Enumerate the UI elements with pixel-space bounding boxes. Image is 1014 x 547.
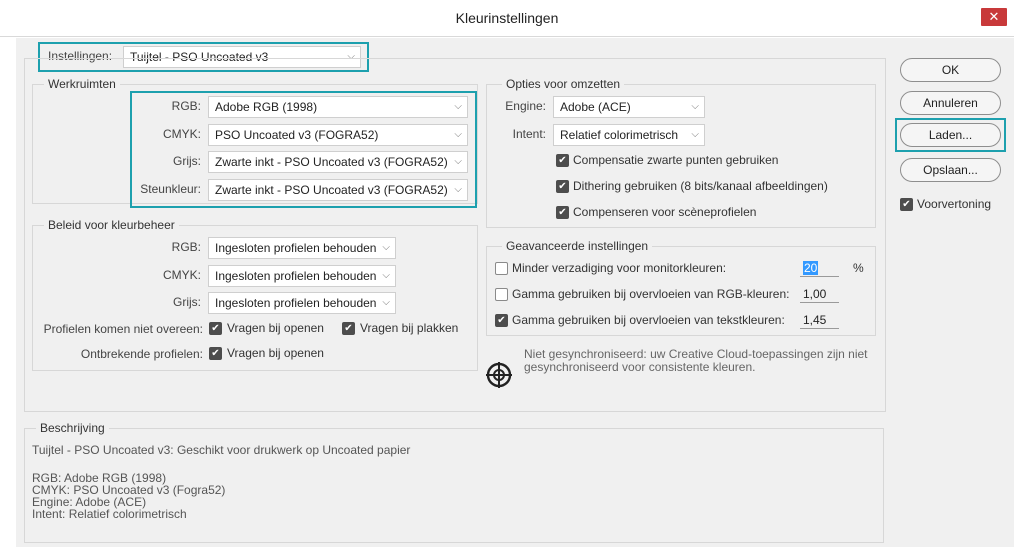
gray-workspace-value: Zwarte inkt - PSO Uncoated v3 (FOGRA52) [215, 155, 448, 169]
checkmark-icon: ✔ [211, 348, 220, 359]
cmyk-workspace-dropdown[interactable]: PSO Uncoated v3 (FOGRA52) ⌵ [208, 124, 468, 146]
rgb-policy-label: RGB: [171, 240, 201, 254]
blackpoint-checkbox[interactable]: ✔ [556, 154, 569, 167]
ok-button[interactable]: OK [900, 58, 1001, 82]
description-line-1: Tuijtel - PSO Uncoated v3: Geschikt voor… [32, 443, 411, 457]
blend-rgb-checkbox[interactable] [495, 288, 508, 301]
crosshair-target-icon [484, 360, 514, 390]
preview-label: Voorvertoning [917, 197, 992, 211]
load-button[interactable]: Laden... [900, 123, 1001, 147]
blend-rgb-label: Gamma gebruiken bij overvloeien van RGB-… [512, 287, 790, 301]
blend-text-input[interactable]: 1,45 [800, 312, 839, 329]
window-title: Kleurinstellingen [455, 10, 559, 26]
mismatch-ask-open-label: Vragen bij openen [227, 321, 324, 335]
cmyk-policy-label: CMYK: [162, 268, 201, 282]
rgb-policy-value: Ingesloten profielen behouden [215, 241, 377, 255]
mismatch-label: Profielen komen niet overeen: [43, 322, 203, 336]
chevron-down-icon: ⌵ [691, 101, 699, 112]
scene-checkbox[interactable]: ✔ [556, 206, 569, 219]
desaturate-checkbox[interactable] [495, 262, 508, 275]
checkmark-icon: ✔ [344, 323, 353, 334]
chevron-down-icon: ⌵ [382, 297, 390, 308]
engine-value: Adobe (ACE) [560, 100, 631, 114]
chevron-down-icon: ⌵ [454, 184, 462, 195]
intent-dropdown[interactable]: Relatief colorimetrisch ⌵ [553, 124, 705, 146]
cmyk-workspace-label: CMYK: [162, 127, 201, 141]
chevron-down-icon: ⌵ [691, 129, 699, 140]
cmyk-policy-value: Ingesloten profielen behouden [215, 269, 377, 283]
engine-label: Engine: [505, 99, 546, 113]
checkmark-icon: ✔ [558, 181, 567, 192]
chevron-down-icon: ⌵ [382, 242, 390, 253]
engine-dropdown[interactable]: Adobe (ACE) ⌵ [553, 96, 705, 118]
dither-label: Dithering gebruiken (8 bits/kanaal afbee… [573, 179, 828, 193]
blend-text-checkbox[interactable]: ✔ [495, 314, 508, 327]
workspaces-title: Werkruimten [44, 77, 120, 91]
gray-workspace-label: Grijs: [173, 154, 201, 168]
save-button[interactable]: Opslaan... [900, 158, 1001, 182]
gray-policy-value: Ingesloten profielen behouden [215, 296, 377, 310]
checkmark-icon: ✔ [558, 155, 567, 166]
rgb-workspace-label: RGB: [171, 99, 201, 113]
checkmark-icon: ✔ [902, 199, 911, 210]
gray-policy-label: Grijs: [173, 295, 201, 309]
missing-ask-open-label: Vragen bij openen [227, 346, 324, 360]
gray-workspace-dropdown[interactable]: Zwarte inkt - PSO Uncoated v3 (FOGRA52) ⌵ [208, 151, 468, 173]
missing-label: Ontbrekende profielen: [80, 347, 203, 361]
desaturate-input[interactable]: 20 [800, 260, 839, 277]
mismatch-ask-open-checkbox[interactable]: ✔ [209, 322, 222, 335]
spot-workspace-dropdown[interactable]: Zwarte inkt - PSO Uncoated v3 (FOGRA52) ⌵ [208, 179, 468, 201]
conversion-title: Opties voor omzetten [502, 77, 625, 91]
close-button[interactable]: ✕ [981, 8, 1007, 26]
chevron-down-icon: ⌵ [454, 129, 462, 140]
mismatch-ask-paste-label: Vragen bij plakken [360, 321, 459, 335]
dither-checkbox[interactable]: ✔ [556, 180, 569, 193]
spot-workspace-label: Steunkleur: [140, 182, 201, 196]
spot-workspace-value: Zwarte inkt - PSO Uncoated v3 (FOGRA52) [215, 183, 448, 197]
policies-title: Beleid voor kleurbeheer [44, 218, 179, 232]
advanced-title: Geavanceerde instellingen [502, 239, 653, 253]
desaturate-value: 20 [803, 261, 819, 275]
sync-status-line2: gesynchroniseerd voor consistente kleure… [524, 360, 756, 374]
preview-checkbox[interactable]: ✔ [900, 198, 913, 211]
desaturate-label: Minder verzadiging voor monitorkleuren: [512, 261, 727, 275]
desaturate-unit: % [853, 261, 864, 275]
chevron-down-icon: ⌵ [454, 156, 462, 167]
intent-label: Intent: [512, 127, 546, 141]
description-title: Beschrijving [36, 421, 109, 435]
missing-ask-open-checkbox[interactable]: ✔ [209, 347, 222, 360]
close-icon: ✕ [988, 9, 1000, 24]
description-line-6: Intent: Relatief colorimetrisch [32, 507, 187, 521]
gray-policy-dropdown[interactable]: Ingesloten profielen behouden ⌵ [208, 292, 396, 314]
checkmark-icon: ✔ [558, 207, 567, 218]
intent-value: Relatief colorimetrisch [560, 128, 679, 142]
cancel-button[interactable]: Annuleren [900, 91, 1001, 115]
blackpoint-label: Compensatie zwarte punten gebruiken [573, 153, 779, 167]
blend-text-label: Gamma gebruiken bij overvloeien van teks… [512, 313, 785, 327]
mismatch-ask-paste-checkbox[interactable]: ✔ [342, 322, 355, 335]
chevron-down-icon: ⌵ [382, 270, 390, 281]
blend-rgb-input[interactable]: 1,00 [800, 286, 839, 303]
sync-status-line1: Niet gesynchroniseerd: uw Creative Cloud… [524, 347, 868, 361]
cmyk-workspace-value: PSO Uncoated v3 (FOGRA52) [215, 128, 379, 142]
checkmark-icon: ✔ [497, 315, 506, 326]
rgb-policy-dropdown[interactable]: Ingesloten profielen behouden ⌵ [208, 237, 396, 259]
scene-label: Compenseren voor scèneprofielen [573, 205, 757, 219]
cmyk-policy-dropdown[interactable]: Ingesloten profielen behouden ⌵ [208, 265, 396, 287]
chevron-down-icon: ⌵ [454, 101, 462, 112]
rgb-workspace-dropdown[interactable]: Adobe RGB (1998) ⌵ [208, 96, 468, 118]
checkmark-icon: ✔ [211, 323, 220, 334]
rgb-workspace-value: Adobe RGB (1998) [215, 100, 318, 114]
